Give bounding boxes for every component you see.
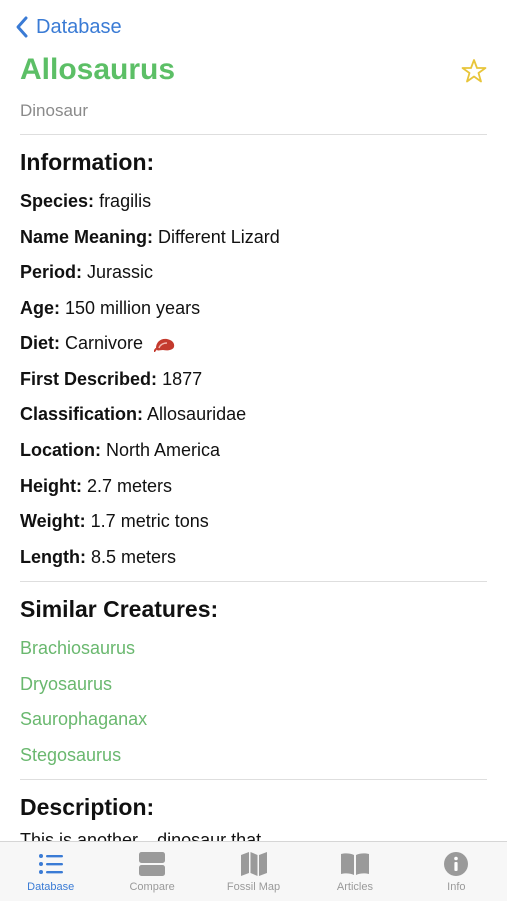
info-row-species: Species: fragilis [20,189,151,213]
info-label: First Described: [20,369,158,389]
info-value: Different Lizard [158,227,280,247]
info-row-name-meaning: Name Meaning: Different Lizard [20,225,280,249]
info-value: 150 million years [65,298,201,318]
divider [20,779,487,780]
tab-bar: Database Compare Fossil Map Articles Inf… [0,841,507,901]
info-value: 1.7 metric tons [90,511,209,531]
info-value: Carnivore [65,333,144,353]
info-row-location: Location: North America [20,438,220,462]
info-row-age: Age: 150 million years [20,296,200,320]
description-heading: Description: [20,794,155,820]
info-row-period: Period: Jurassic [20,260,153,284]
similar-creature-link[interactable]: Saurophaganax [20,707,147,731]
tab-label: Articles [336,881,373,893]
similar-creature-link[interactable]: Stegosaurus [20,743,121,767]
info-label: Location: [20,440,101,460]
tab-label: Info [447,881,466,893]
favorite-star-icon[interactable] [461,58,487,84]
info-icon [444,852,469,876]
description-text: This is another... dinosaur that... [20,832,487,841]
description-text-clipped: This is another... dinosaur that... [20,832,487,841]
map-icon [240,852,267,876]
info-row-length: Length: 8.5 meters [20,545,176,569]
info-label: Period: [20,262,83,282]
info-label: Species: [20,191,95,211]
similar-creature-link[interactable]: Dryosaurus [20,672,112,696]
tab-info[interactable]: Info [406,842,507,901]
info-label: Name Meaning: [20,227,154,247]
divider [20,581,487,582]
info-value: Jurassic [87,262,154,282]
info-value: 8.5 meters [91,547,177,567]
similar-creatures-heading: Similar Creatures: [20,596,219,622]
tab-fossil-map[interactable]: Fossil Map [203,842,304,901]
chevron-left-icon [16,16,28,38]
meat-icon [154,339,175,353]
info-value: fragilis [99,191,152,211]
info-label: Diet: [20,333,60,353]
tab-label: Compare [129,881,175,893]
info-row-first-described: First Described: 1877 [20,367,202,391]
back-button[interactable]: Database [14,12,122,42]
info-label: Age: [20,298,60,318]
info-value: 1877 [162,369,203,389]
divider [20,134,487,135]
info-label: Classification: [20,404,144,424]
info-label: Height: [20,476,82,496]
page-title: Allosaurus [20,53,176,86]
tab-database[interactable]: Database [0,842,101,901]
info-row-weight: Weight: 1.7 metric tons [20,509,209,533]
compare-icon [139,852,166,876]
list-icon [38,854,63,874]
tab-label: Fossil Map [226,881,281,893]
info-value: 2.7 meters [87,476,173,496]
info-value: Allosauridae [147,404,247,424]
tab-articles[interactable]: Articles [304,842,405,901]
info-row-diet: Diet: Carnivore [20,331,176,355]
tab-label: Database [27,881,75,893]
creature-type: Dinosaur [20,101,89,120]
info-label: Weight: [20,511,86,531]
similar-creature-link[interactable]: Brachiosaurus [20,636,135,660]
info-value: North America [106,440,221,460]
book-icon [340,853,369,875]
info-row-height: Height: 2.7 meters [20,474,172,498]
tab-compare[interactable]: Compare [101,842,202,901]
information-heading: Information: [20,149,155,175]
back-button-label: Database [36,15,122,38]
info-row-classification: Classification: Allosauridae [20,402,246,426]
info-label: Length: [20,547,86,567]
